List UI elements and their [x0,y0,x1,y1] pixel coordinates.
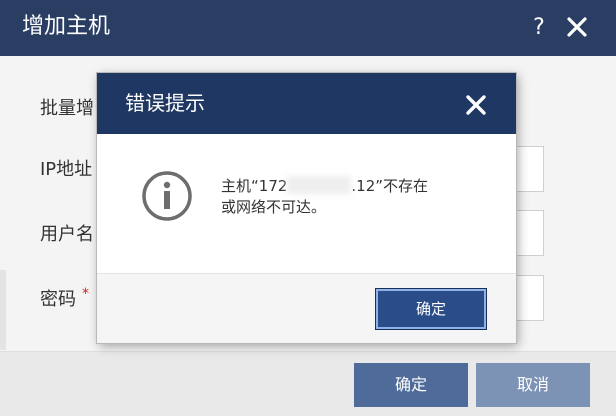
outer-dialog-header: 增加主机 ? [0,0,616,56]
outer-confirm-button[interactable]: 确定 [354,363,468,407]
error-message-line2: 或网络不可达。 [221,198,327,216]
help-icon[interactable]: ? [529,14,549,42]
error-modal-header: 错误提示 [97,73,516,134]
required-mark: * [82,286,89,302]
outer-cancel-button[interactable]: 取消 [476,363,590,407]
ok-button[interactable]: 确定 [375,288,487,330]
error-message-line1: 主机“172 .12”不存在 [221,176,428,197]
error-message: 主机“172 .12”不存在 或网络不可达。 [221,176,428,218]
error-message-prefix: 主机“172 [221,177,288,195]
modal-close-icon[interactable] [465,94,487,116]
info-circle-icon [142,171,192,221]
password-label: 密码 [40,289,76,310]
error-modal-title: 错误提示 [125,91,205,115]
ip-label: IP地址 [40,159,93,180]
error-modal: 错误提示 主机“172 .12”不存在 或网络不可达。 确定 [97,73,516,343]
outer-close-icon[interactable] [566,16,588,38]
redacted-region [287,176,352,194]
error-message-suffix: .12”不存在 [351,177,429,195]
side-strip [0,270,6,350]
outer-dialog-title: 增加主机 [22,14,111,39]
batch-label: 批量增 [40,98,94,119]
username-label: 用户名 [40,224,94,245]
